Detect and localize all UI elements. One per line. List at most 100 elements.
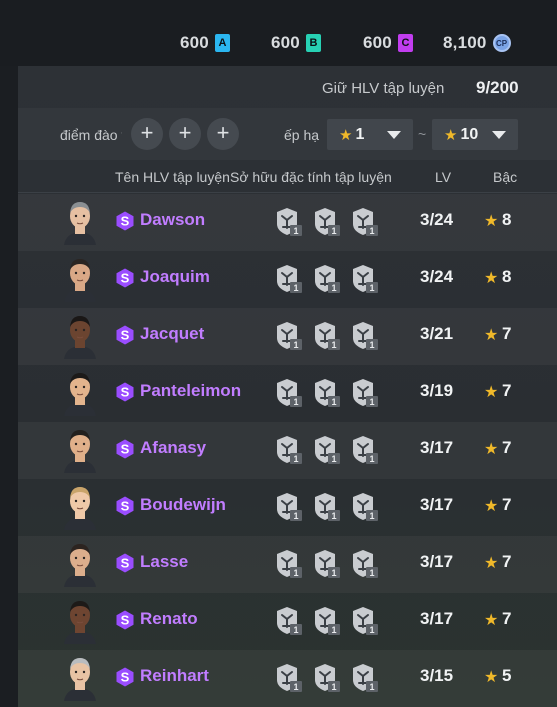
currency-amount: 8,100: [443, 33, 487, 52]
table-row[interactable]: S Dawson 1 1 1 3/24 ★ 8: [18, 194, 557, 251]
coach-name: Panteleimon: [140, 381, 242, 400]
star-icon: ★: [339, 126, 353, 144]
coach-name: Jacquet: [140, 324, 205, 343]
header-icon[interactable]: 1: [275, 435, 305, 465]
star-icon: ★: [484, 384, 499, 401]
currency-b: 600 B: [271, 32, 321, 54]
s-rank-badge-icon: S: [115, 211, 135, 231]
svg-text:1: 1: [369, 682, 374, 692]
crossed-swords-icon[interactable]: 1: [275, 207, 305, 237]
header-icon[interactable]: 1: [275, 549, 305, 579]
column-header-name[interactable]: Tên HLV tập luyện: [115, 169, 230, 185]
svg-text:S: S: [121, 556, 130, 571]
star-icon: ★: [484, 441, 499, 458]
capacity-value: 9/200: [476, 78, 519, 97]
shield-figure-icon[interactable]: 1: [351, 435, 381, 465]
coach-name: Afanasy: [140, 438, 207, 457]
s-rank-badge-icon: S: [115, 553, 135, 573]
add-points-button-2[interactable]: +: [169, 118, 201, 150]
add-points-button-3[interactable]: +: [207, 118, 239, 150]
shield-icon[interactable]: 1: [351, 492, 381, 522]
table-row[interactable]: S Afanasy 1 1 1 3/17 ★ 7: [18, 422, 557, 479]
coach-level: 3/17: [420, 609, 454, 628]
sprint-icon[interactable]: 1: [351, 549, 381, 579]
dribble-icon[interactable]: 1: [351, 207, 381, 237]
scissors-icon[interactable]: 1: [275, 264, 305, 294]
svg-text:1: 1: [369, 283, 374, 293]
svg-text:1: 1: [293, 625, 298, 635]
coach-name: Reinhart: [140, 666, 209, 685]
whistle-icon[interactable]: 1: [313, 606, 343, 636]
tie-icon[interactable]: 1: [313, 435, 343, 465]
dribble-icon[interactable]: 1: [351, 321, 381, 351]
coach-level: 3/17: [420, 495, 454, 514]
table-row[interactable]: S Jacquet 1 1 1 3/21 ★ 7: [18, 308, 557, 365]
table-row[interactable]: S Reinhart 1 1 1 3/15 ★ 5: [18, 650, 557, 707]
sprint-icon[interactable]: 1: [351, 606, 381, 636]
header-divider: [18, 192, 557, 193]
shield-figure-icon[interactable]: 1: [313, 207, 343, 237]
coach-grade: 7: [502, 552, 512, 571]
rank-max-select[interactable]: ★ 10: [432, 119, 518, 150]
whistle-icon[interactable]: 1: [313, 492, 343, 522]
header-icon[interactable]: 1: [275, 606, 305, 636]
dribble-icon[interactable]: 1: [351, 264, 381, 294]
svg-text:1: 1: [331, 454, 336, 464]
star-icon: ★: [444, 126, 458, 144]
cp-coin-icon: CP: [492, 34, 511, 52]
currency-c: 600 C: [363, 32, 413, 54]
pass-icon[interactable]: 1: [351, 663, 381, 693]
training-points-label: điểm đào t: [60, 127, 122, 143]
table-row[interactable]: S Renato 1 1 1 3/17 ★ 7: [18, 593, 557, 650]
shield-figure-icon[interactable]: 1: [275, 321, 305, 351]
table-row[interactable]: S Boudewijn 1 1 1 3/17 ★ 7: [18, 479, 557, 536]
star-icon: ★: [484, 555, 499, 572]
svg-text:1: 1: [293, 226, 298, 236]
chevron-down-icon: [492, 131, 506, 139]
svg-text:1: 1: [369, 568, 374, 578]
svg-text:1: 1: [369, 226, 374, 236]
goal-icon[interactable]: 1: [313, 321, 343, 351]
tackle-icon[interactable]: 1: [313, 378, 343, 408]
coach-name: Renato: [140, 609, 198, 628]
add-points-button-1[interactable]: +: [131, 118, 163, 150]
rank-max-value: 10: [460, 125, 479, 143]
svg-text:S: S: [121, 328, 130, 343]
currency-c-icon: C: [397, 34, 413, 52]
currency-a-icon: A: [214, 34, 230, 52]
tie-icon[interactable]: 1: [313, 663, 343, 693]
table-row[interactable]: S Panteleimon 1 1 1 3/19 ★ 7: [18, 365, 557, 422]
table-row[interactable]: S Lasse 1 1 1 3/17 ★ 7: [18, 536, 557, 593]
rank-min-select[interactable]: ★ 1: [327, 119, 413, 150]
currency-a: 600 A: [180, 32, 230, 54]
coach-grade: 7: [502, 324, 512, 343]
coach-level: 3/17: [420, 438, 454, 457]
column-header-lv[interactable]: LV: [435, 169, 451, 185]
coach-grade: 7: [502, 495, 512, 514]
currency-cp: 8,100 CP: [443, 32, 511, 54]
table-row[interactable]: S Joaquim 1 1 1 3/24 ★ 8: [18, 251, 557, 308]
star-icon: ★: [484, 270, 499, 287]
svg-text:1: 1: [293, 568, 298, 578]
coach-level: 3/15: [420, 666, 454, 685]
coach-name: Lasse: [140, 552, 189, 571]
pass-icon[interactable]: 1: [351, 378, 381, 408]
chevron-down-icon: [387, 131, 401, 139]
star-icon: ★: [484, 213, 499, 230]
coach-level: 3/17: [420, 552, 454, 571]
header-icon[interactable]: 1: [275, 663, 305, 693]
header-icon[interactable]: 1: [275, 492, 305, 522]
coach-name: Joaquim: [140, 267, 210, 286]
coach-name: Boudewijn: [140, 495, 226, 514]
glove-icon[interactable]: 1: [313, 549, 343, 579]
svg-text:1: 1: [331, 511, 336, 521]
svg-text:S: S: [121, 271, 130, 286]
rank-min-value: 1: [355, 125, 365, 143]
svg-text:1: 1: [293, 511, 298, 521]
avatar: [62, 541, 98, 587]
shield-figure-icon[interactable]: 1: [313, 264, 343, 294]
s-rank-badge-icon: S: [115, 667, 135, 687]
s-rank-badge-icon: S: [115, 496, 135, 516]
goal-icon[interactable]: 1: [275, 378, 305, 408]
column-header-grade[interactable]: Bậc: [493, 169, 517, 185]
